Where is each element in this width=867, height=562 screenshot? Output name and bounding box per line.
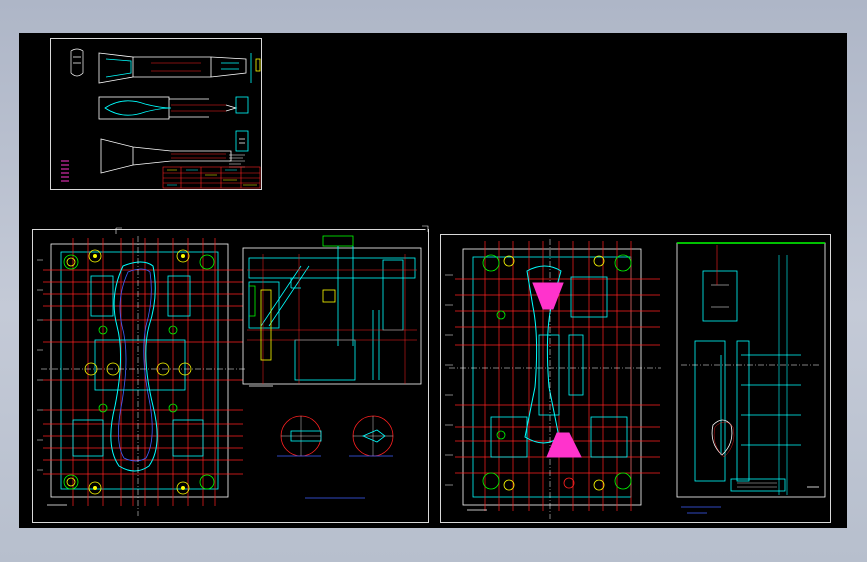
part-drawing-sheet: [50, 38, 262, 190]
part-drawing-graphics: [61, 48, 261, 189]
moving-mold-sheet: [440, 234, 831, 523]
fixed-mold-graphics: [37, 235, 422, 516]
fixed-mold-sheet: [32, 229, 429, 523]
moving-mold-graphics: [445, 239, 826, 519]
cad-model-space: [19, 33, 847, 528]
